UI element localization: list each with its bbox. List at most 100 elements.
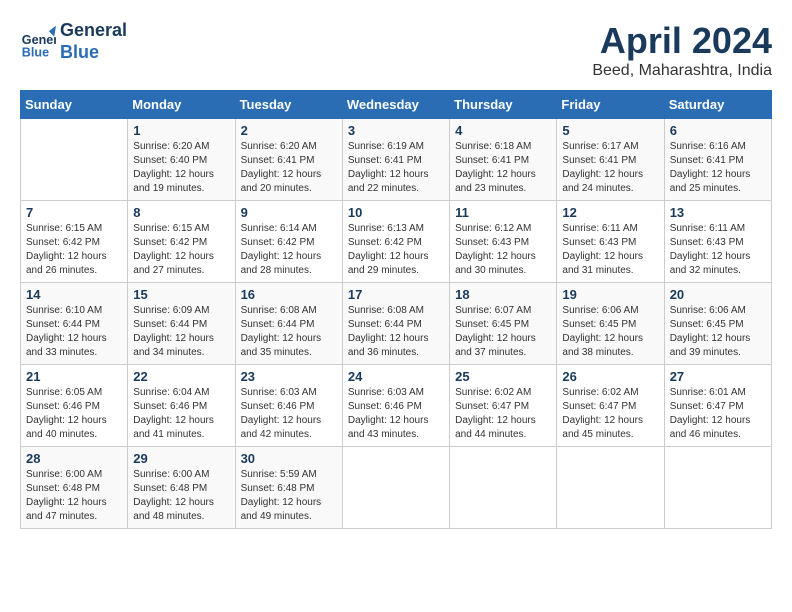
calendar-cell: 1 Sunrise: 6:20 AMSunset: 6:40 PMDaylight… bbox=[128, 119, 235, 201]
calendar-cell: 14 Sunrise: 6:10 AMSunset: 6:44 PMDayligh… bbox=[21, 283, 128, 365]
day-info: Sunrise: 6:10 AMSunset: 6:44 PMDaylight:… bbox=[26, 304, 122, 360]
day-info: Sunrise: 6:19 AMSunset: 6:41 PMDaylight:… bbox=[348, 140, 444, 196]
calendar-cell: 12 Sunrise: 6:11 AMSunset: 6:43 PMDayligh… bbox=[557, 201, 664, 283]
day-info: Sunrise: 6:08 AMSunset: 6:44 PMDaylight:… bbox=[348, 304, 444, 360]
calendar-cell: 29 Sunrise: 6:00 AMSunset: 6:48 PMDayligh… bbox=[128, 447, 235, 529]
weekday-header: Friday bbox=[557, 91, 664, 119]
calendar-cell: 28 Sunrise: 6:00 AMSunset: 6:48 PMDayligh… bbox=[21, 447, 128, 529]
calendar-cell bbox=[557, 447, 664, 529]
weekday-header-row: SundayMondayTuesdayWednesdayThursdayFrid… bbox=[21, 91, 772, 119]
calendar-cell: 19 Sunrise: 6:06 AMSunset: 6:45 PMDayligh… bbox=[557, 283, 664, 365]
day-number: 28 bbox=[26, 451, 122, 466]
day-info: Sunrise: 6:08 AMSunset: 6:44 PMDaylight:… bbox=[241, 304, 337, 360]
day-number: 18 bbox=[455, 287, 551, 302]
day-info: Sunrise: 6:11 AMSunset: 6:43 PMDaylight:… bbox=[562, 222, 658, 278]
day-number: 14 bbox=[26, 287, 122, 302]
calendar-cell bbox=[450, 447, 557, 529]
day-info: Sunrise: 6:16 AMSunset: 6:41 PMDaylight:… bbox=[670, 140, 766, 196]
day-number: 26 bbox=[562, 369, 658, 384]
calendar-cell: 16 Sunrise: 6:08 AMSunset: 6:44 PMDayligh… bbox=[235, 283, 342, 365]
weekday-header: Sunday bbox=[21, 91, 128, 119]
day-info: Sunrise: 6:00 AMSunset: 6:48 PMDaylight:… bbox=[26, 468, 122, 524]
day-number: 1 bbox=[133, 123, 229, 138]
logo-text-line1: General bbox=[60, 20, 127, 42]
calendar-cell: 22 Sunrise: 6:04 AMSunset: 6:46 PMDayligh… bbox=[128, 365, 235, 447]
day-number: 20 bbox=[670, 287, 766, 302]
calendar-cell: 9 Sunrise: 6:14 AMSunset: 6:42 PMDaylight… bbox=[235, 201, 342, 283]
weekday-header: Saturday bbox=[664, 91, 771, 119]
calendar-cell bbox=[342, 447, 449, 529]
weekday-header: Monday bbox=[128, 91, 235, 119]
day-number: 24 bbox=[348, 369, 444, 384]
day-number: 23 bbox=[241, 369, 337, 384]
day-number: 22 bbox=[133, 369, 229, 384]
calendar-cell: 26 Sunrise: 6:02 AMSunset: 6:47 PMDayligh… bbox=[557, 365, 664, 447]
day-info: Sunrise: 6:14 AMSunset: 6:42 PMDaylight:… bbox=[241, 222, 337, 278]
day-info: Sunrise: 6:02 AMSunset: 6:47 PMDaylight:… bbox=[562, 386, 658, 442]
day-number: 17 bbox=[348, 287, 444, 302]
calendar-cell: 2Sunrise: 6:20 AMSunset: 6:41 PMDaylight… bbox=[235, 119, 342, 201]
weekday-header: Tuesday bbox=[235, 91, 342, 119]
weekday-header: Thursday bbox=[450, 91, 557, 119]
day-info: Sunrise: 6:01 AMSunset: 6:47 PMDaylight:… bbox=[670, 386, 766, 442]
calendar-cell: 23Sunrise: 6:03 AMSunset: 6:46 PMDayligh… bbox=[235, 365, 342, 447]
day-number: 15 bbox=[133, 287, 229, 302]
day-info: Sunrise: 6:20 AMSunset: 6:41 PMDaylight:… bbox=[241, 140, 337, 196]
day-number: 25 bbox=[455, 369, 551, 384]
calendar-cell: 20 Sunrise: 6:06 AMSunset: 6:45 PMDayligh… bbox=[664, 283, 771, 365]
day-info: Sunrise: 6:06 AMSunset: 6:45 PMDaylight:… bbox=[562, 304, 658, 360]
day-info: Sunrise: 6:04 AMSunset: 6:46 PMDaylight:… bbox=[133, 386, 229, 442]
logo-text-line2: Blue bbox=[60, 42, 127, 64]
day-info: Sunrise: 6:06 AMSunset: 6:45 PMDaylight:… bbox=[670, 304, 766, 360]
day-number: 29 bbox=[133, 451, 229, 466]
calendar-cell: 4Sunrise: 6:18 AMSunset: 6:41 PMDaylight… bbox=[450, 119, 557, 201]
day-number: 30 bbox=[241, 451, 337, 466]
calendar-cell: 18Sunrise: 6:07 AMSunset: 6:45 PMDayligh… bbox=[450, 283, 557, 365]
calendar-cell: 7Sunrise: 6:15 AMSunset: 6:42 PMDaylight… bbox=[21, 201, 128, 283]
calendar-cell bbox=[664, 447, 771, 529]
title-block: April 2024 Beed, Maharashtra, India bbox=[592, 20, 772, 80]
calendar-cell bbox=[21, 119, 128, 201]
calendar-cell: 10Sunrise: 6:13 AMSunset: 6:42 PMDayligh… bbox=[342, 201, 449, 283]
location-subtitle: Beed, Maharashtra, India bbox=[592, 62, 772, 80]
calendar-week-row: 14 Sunrise: 6:10 AMSunset: 6:44 PMDayligh… bbox=[21, 283, 772, 365]
calendar-cell: 15 Sunrise: 6:09 AMSunset: 6:44 PMDayligh… bbox=[128, 283, 235, 365]
day-info: Sunrise: 6:00 AMSunset: 6:48 PMDaylight:… bbox=[133, 468, 229, 524]
logo: General Blue General Blue bbox=[20, 20, 127, 63]
calendar-week-row: 7Sunrise: 6:15 AMSunset: 6:42 PMDaylight… bbox=[21, 201, 772, 283]
day-info: Sunrise: 6:15 AMSunset: 6:42 PMDaylight:… bbox=[133, 222, 229, 278]
calendar-cell: 3 Sunrise: 6:19 AMSunset: 6:41 PMDaylight… bbox=[342, 119, 449, 201]
day-info: Sunrise: 6:03 AMSunset: 6:46 PMDaylight:… bbox=[348, 386, 444, 442]
calendar-cell: 8 Sunrise: 6:15 AMSunset: 6:42 PMDaylight… bbox=[128, 201, 235, 283]
day-info: Sunrise: 5:59 AMSunset: 6:48 PMDaylight:… bbox=[241, 468, 337, 524]
day-number: 12 bbox=[562, 205, 658, 220]
day-info: Sunrise: 6:17 AMSunset: 6:41 PMDaylight:… bbox=[562, 140, 658, 196]
day-number: 19 bbox=[562, 287, 658, 302]
page-header: General Blue General Blue April 2024 Bee… bbox=[20, 20, 772, 80]
svg-text:Blue: Blue bbox=[22, 45, 49, 59]
calendar-cell: 6 Sunrise: 6:16 AMSunset: 6:41 PMDaylight… bbox=[664, 119, 771, 201]
day-number: 9 bbox=[241, 205, 337, 220]
day-number: 6 bbox=[670, 123, 766, 138]
day-info: Sunrise: 6:02 AMSunset: 6:47 PMDaylight:… bbox=[455, 386, 551, 442]
day-number: 8 bbox=[133, 205, 229, 220]
month-title: April 2024 bbox=[592, 20, 772, 62]
day-info: Sunrise: 6:05 AMSunset: 6:46 PMDaylight:… bbox=[26, 386, 122, 442]
day-info: Sunrise: 6:09 AMSunset: 6:44 PMDaylight:… bbox=[133, 304, 229, 360]
day-number: 10 bbox=[348, 205, 444, 220]
calendar-week-row: 21 Sunrise: 6:05 AMSunset: 6:46 PMDayligh… bbox=[21, 365, 772, 447]
day-info: Sunrise: 6:20 AMSunset: 6:40 PMDaylight:… bbox=[133, 140, 229, 196]
day-number: 27 bbox=[670, 369, 766, 384]
calendar-table: SundayMondayTuesdayWednesdayThursdayFrid… bbox=[20, 90, 772, 529]
day-number: 21 bbox=[26, 369, 122, 384]
day-info: Sunrise: 6:11 AMSunset: 6:43 PMDaylight:… bbox=[670, 222, 766, 278]
calendar-cell: 17 Sunrise: 6:08 AMSunset: 6:44 PMDayligh… bbox=[342, 283, 449, 365]
day-number: 11 bbox=[455, 205, 551, 220]
calendar-cell: 11Sunrise: 6:12 AMSunset: 6:43 PMDayligh… bbox=[450, 201, 557, 283]
day-number: 3 bbox=[348, 123, 444, 138]
day-number: 16 bbox=[241, 287, 337, 302]
calendar-cell: 5Sunrise: 6:17 AMSunset: 6:41 PMDaylight… bbox=[557, 119, 664, 201]
calendar-cell: 24 Sunrise: 6:03 AMSunset: 6:46 PMDayligh… bbox=[342, 365, 449, 447]
weekday-header: Wednesday bbox=[342, 91, 449, 119]
calendar-cell: 30 Sunrise: 5:59 AMSunset: 6:48 PMDayligh… bbox=[235, 447, 342, 529]
